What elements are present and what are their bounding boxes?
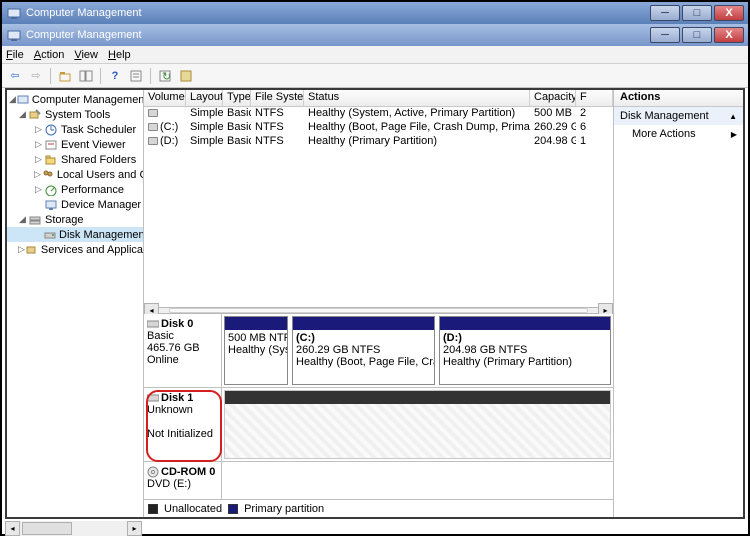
scroll-left-button[interactable]: ◂ [5,521,20,536]
tree-device-manager[interactable]: Device Manager [7,197,143,212]
menubar: File Action View Help [2,46,748,64]
show-hide-tree-button[interactable] [77,67,95,85]
disk-info[interactable]: Disk 0 Basic 465.76 GB Online [144,314,221,387]
outer-titlebar: Computer Management ─ □ X [2,2,748,24]
disk-row-cdrom: CD-ROM 0 DVD (E:) No Media [144,462,613,499]
outer-minimize-button[interactable]: ─ [650,5,680,21]
dropdown-icon: ▲ [729,112,737,121]
scroll-right-button[interactable]: ▸ [127,521,142,536]
unallocated-space[interactable] [224,390,611,459]
up-button[interactable] [56,67,74,85]
separator [150,68,151,84]
volume-icon [148,109,158,117]
col-filesystem[interactable]: File System [251,90,304,106]
col-capacity[interactable]: Capacity [530,90,576,106]
menu-help[interactable]: Help [108,49,131,61]
volume-list-header[interactable]: Volume Layout Type File System Status Ca… [144,90,613,107]
col-type[interactable]: Type [223,90,251,106]
nav-tree[interactable]: ◢Computer Management (Local ◢System Tool… [7,90,144,517]
center-pane: Volume Layout Type File System Status Ca… [144,90,613,517]
disk-row-1: Disk 1 Unknown Not Initialized [144,388,613,462]
volume-row[interactable]: (D:) Simple Basic NTFS Healthy (Primary … [144,135,613,149]
scroll-thumb[interactable] [22,522,72,535]
disk-row-0: Disk 0 Basic 465.76 GB Online 500 MB NTF… [144,314,613,388]
inner-title: Computer Management [26,29,142,41]
volume-icon [148,123,158,131]
help-button[interactable]: ? [106,67,124,85]
legend: Unallocated Primary partition [144,499,613,517]
settings-button[interactable] [177,67,195,85]
volume-row[interactable]: (C:) Simple Basic NTFS Healthy (Boot, Pa… [144,121,613,135]
col-status[interactable]: Status [304,90,530,106]
tree-root[interactable]: ◢Computer Management (Local [7,92,143,107]
inner-maximize-button[interactable]: □ [682,27,712,43]
separator [50,68,51,84]
legend-label: Unallocated [164,503,222,515]
partition[interactable]: 500 MB NTFSHealthy (System [224,316,288,385]
legend-swatch-primary [228,504,238,514]
volume-row[interactable]: Simple Basic NTFS Healthy (System, Activ… [144,107,613,121]
pane-splitter[interactable]: ◂▸ [144,307,613,314]
tree-task-scheduler[interactable]: ▷Task Scheduler [7,122,143,137]
volume-list[interactable]: Simple Basic NTFS Healthy (System, Activ… [144,107,613,307]
col-free[interactable]: F [576,90,613,106]
outer-close-button[interactable]: X [714,5,744,21]
outer-title: Computer Management [26,7,142,19]
actions-header: Actions [614,90,743,107]
tree-local-users[interactable]: ▷Local Users and Groups [7,167,143,182]
tree-hscrollbar[interactable]: ◂ ▸ [5,521,142,536]
forward-button[interactable]: ⇨ [27,67,45,85]
tree-event-viewer[interactable]: ▷Event Viewer [7,137,143,152]
properties-button[interactable] [127,67,145,85]
disk-icon [147,319,159,329]
inner-minimize-button[interactable]: ─ [650,27,680,43]
main-area: ◢Computer Management (Local ◢System Tool… [5,88,745,519]
app-icon [6,5,22,21]
back-button[interactable]: ⇦ [6,67,24,85]
volume-icon [148,137,158,145]
actions-disk-management[interactable]: Disk Management▲ [614,107,743,125]
svg-text:↻: ↻ [162,71,171,83]
partition[interactable]: (C:)260.29 GB NTFSHealthy (Boot, Page Fi… [292,316,435,385]
tree-performance[interactable]: ▷Performance [7,182,143,197]
refresh-button[interactable]: ↻ [156,67,174,85]
col-layout[interactable]: Layout [186,90,223,106]
disk-map: Disk 0 Basic 465.76 GB Online 500 MB NTF… [144,314,613,499]
actions-pane: Actions Disk Management▲ More Actions▶ [613,90,743,517]
tree-system-tools[interactable]: ◢System Tools [7,107,143,122]
separator [100,68,101,84]
menu-action[interactable]: Action [34,49,65,61]
cdrom-icon [147,466,159,478]
tree-storage[interactable]: ◢Storage [7,212,143,227]
tree-shared-folders[interactable]: ▷Shared Folders [7,152,143,167]
partition[interactable]: (D:)204.98 GB NTFSHealthy (Primary Parti… [439,316,611,385]
col-volume[interactable]: Volume [144,90,186,106]
tree-services[interactable]: ▷Services and Applications [7,242,143,257]
inner-titlebar: Computer Management ─ □ X [2,24,748,46]
disk-info[interactable]: Disk 1 Unknown Not Initialized [144,388,221,461]
tree-disk-management[interactable]: Disk Management [7,227,143,242]
outer-maximize-button[interactable]: □ [682,5,712,21]
disk-info[interactable]: CD-ROM 0 DVD (E:) No Media [144,462,221,499]
menu-file[interactable]: File [6,49,24,61]
disk-icon [147,393,159,403]
inner-close-button[interactable]: X [714,27,744,43]
menu-view[interactable]: View [74,49,98,61]
legend-swatch-unallocated [148,504,158,514]
legend-label: Primary partition [244,503,324,515]
toolbar: ⇦ ⇨ ? ↻ [2,64,748,88]
app-icon [6,27,22,43]
actions-more[interactable]: More Actions▶ [614,125,743,143]
submenu-icon: ▶ [731,130,737,139]
